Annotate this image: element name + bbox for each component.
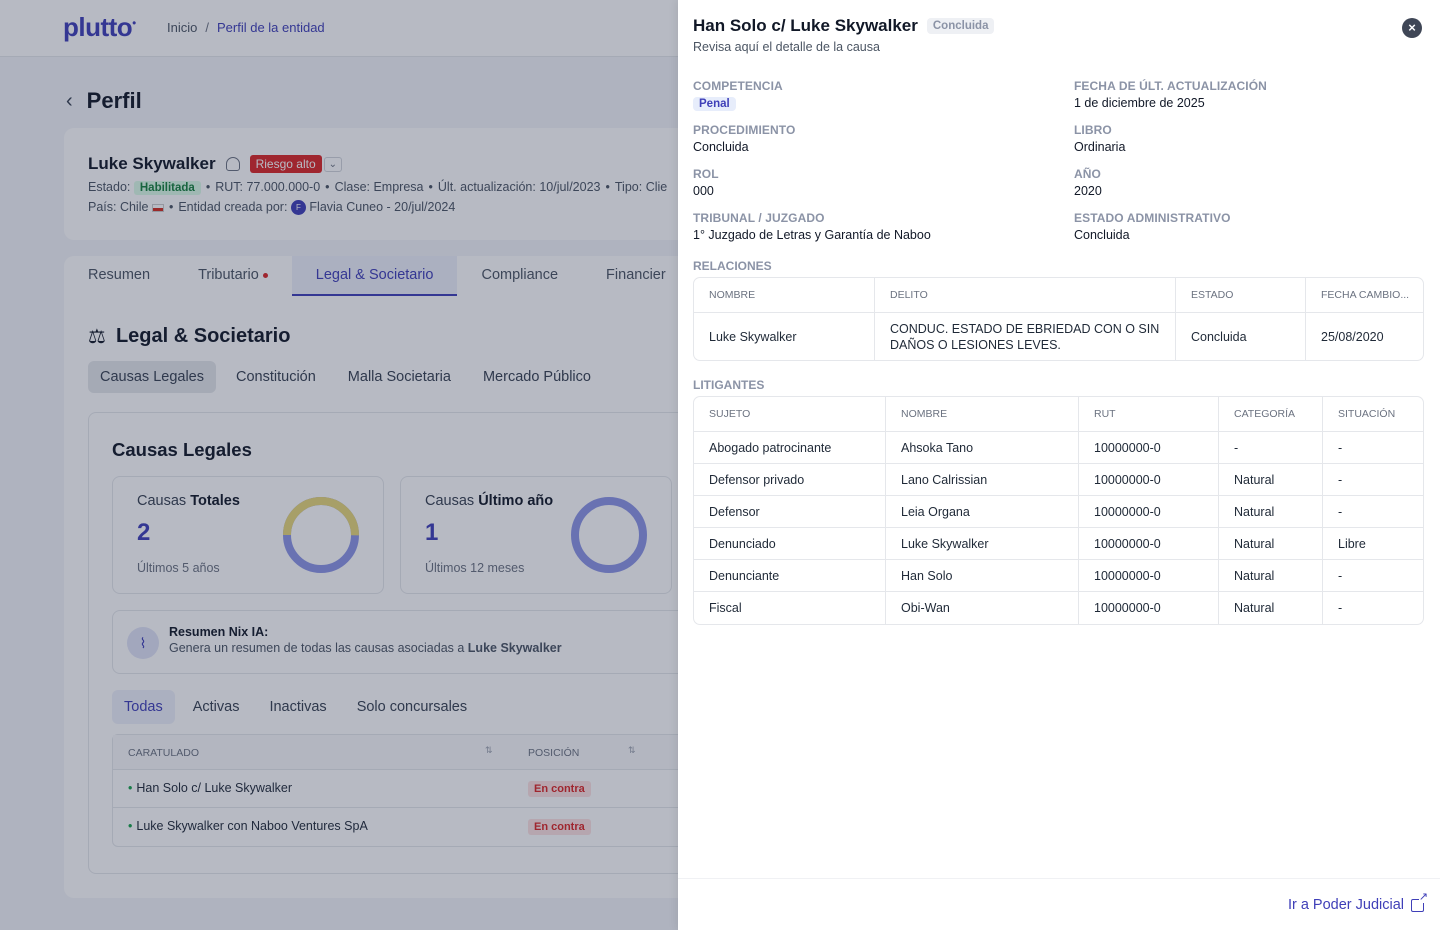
table-row[interactable]: Defensor Leia Organa 10000000-0 Natural -	[694, 496, 1423, 528]
external-link-icon	[1411, 891, 1428, 912]
table-cell: 10000000-0	[1079, 528, 1219, 559]
table-cell: 10000000-0	[1079, 496, 1219, 527]
table-cell: 10000000-0	[1079, 432, 1219, 463]
table-cell: -	[1338, 568, 1343, 583]
field-rol: ROL 000	[693, 167, 719, 198]
drawer-title: Han Solo c/ Luke Skywalker	[693, 16, 918, 35]
table-cell: -	[1338, 601, 1343, 615]
table-cell: 10000000-0	[1079, 592, 1219, 624]
table-cell: Defensor privado	[694, 464, 886, 495]
table-row[interactable]: Denunciante Han Solo 10000000-0 Natural -	[694, 560, 1423, 592]
table-cell: 10000000-0	[1079, 464, 1219, 495]
table-cell: Denunciado	[694, 528, 886, 559]
competencia-badge: Penal	[693, 97, 736, 111]
table-cell: Natural	[1219, 496, 1323, 527]
table-cell: -	[1338, 504, 1343, 519]
table-header: NOMBRE DELITO ESTADO FECHA CAMBIO...	[694, 278, 1423, 313]
table-cell: Natural	[1219, 464, 1323, 495]
table-cell: Obi-Wan	[886, 592, 1079, 624]
drawer-footer: Ir a Poder Judicial	[678, 878, 1440, 930]
table-row[interactable]: Denunciado Luke Skywalker 10000000-0 Natura…	[694, 528, 1423, 560]
litigantes-table: SUJETO NOMBRE RUT CATEGORÍA SITUACIÓN Ab…	[693, 396, 1424, 625]
close-icon[interactable]: ×	[1402, 18, 1422, 38]
table-cell: 10000000-0	[1079, 560, 1219, 591]
table-cell: -	[1338, 472, 1343, 487]
table-cell: Lano Calrissian	[886, 464, 1079, 495]
table-cell: Leia Organa	[886, 496, 1079, 527]
table-header: SUJETO NOMBRE RUT CATEGORÍA SITUACIÓN	[694, 397, 1423, 432]
field-competencia: COMPETENCIA Penal	[693, 79, 783, 111]
table-cell: Han Solo	[886, 560, 1079, 591]
field-procedimiento: PROCEDIMIENTO Concluida	[693, 123, 796, 154]
table-row[interactable]: Defensor privado Lano Calrissian 10000000-…	[694, 464, 1423, 496]
relaciones-label: RELACIONES	[693, 259, 772, 273]
table-cell: Natural	[1219, 560, 1323, 591]
table-cell: Ahsoka Tano	[886, 432, 1079, 463]
case-detail-drawer: Han Solo c/ Luke Skywalker Concluida Rev…	[678, 0, 1440, 930]
relaciones-table: NOMBRE DELITO ESTADO FECHA CAMBIO... Luk…	[693, 277, 1424, 361]
table-cell: Abogado patrocinante	[694, 432, 886, 463]
poder-judicial-link[interactable]: Ir a Poder Judicial	[1288, 891, 1428, 913]
table-row[interactable]: Abogado patrocinante Ahsoka Tano 10000000-…	[694, 432, 1423, 464]
table-cell: Natural	[1219, 592, 1323, 624]
drawer-header: Han Solo c/ Luke Skywalker Concluida	[693, 16, 995, 36]
table-cell: Defensor	[694, 496, 886, 527]
table-cell: -	[1338, 440, 1343, 455]
table-cell: Luke Skywalker	[886, 528, 1079, 559]
field-fecha-actualizacion: FECHA DE ÚLT. ACTUALIZACIÓN 1 de diciemb…	[1074, 79, 1267, 110]
table-cell: Fiscal	[694, 592, 886, 624]
modal-overlay[interactable]	[0, 0, 678, 930]
litigantes-label: LITIGANTES	[693, 378, 765, 392]
table-row[interactable]: Luke Skywalker CONDUC. ESTADO DE EBRIEDA…	[694, 313, 1423, 360]
field-libro: LIBRO Ordinaria	[1074, 123, 1126, 154]
table-cell: Natural	[1219, 528, 1323, 559]
field-estado-administrativo: ESTADO ADMINISTRATIVO Concluida	[1074, 211, 1231, 242]
table-cell: Libre	[1338, 536, 1366, 551]
status-badge: Concluida	[926, 18, 995, 34]
table-row[interactable]: Fiscal Obi-Wan 10000000-0 Natural -	[694, 592, 1423, 624]
drawer-subtitle: Revisa aquí el detalle de la causa	[693, 40, 880, 54]
field-anio: AÑO 2020	[1074, 167, 1102, 198]
table-cell: -	[1219, 432, 1323, 463]
field-tribunal: TRIBUNAL / JUZGADO 1° Juzgado de Letras …	[693, 211, 931, 242]
table-cell: Denunciante	[694, 560, 886, 591]
